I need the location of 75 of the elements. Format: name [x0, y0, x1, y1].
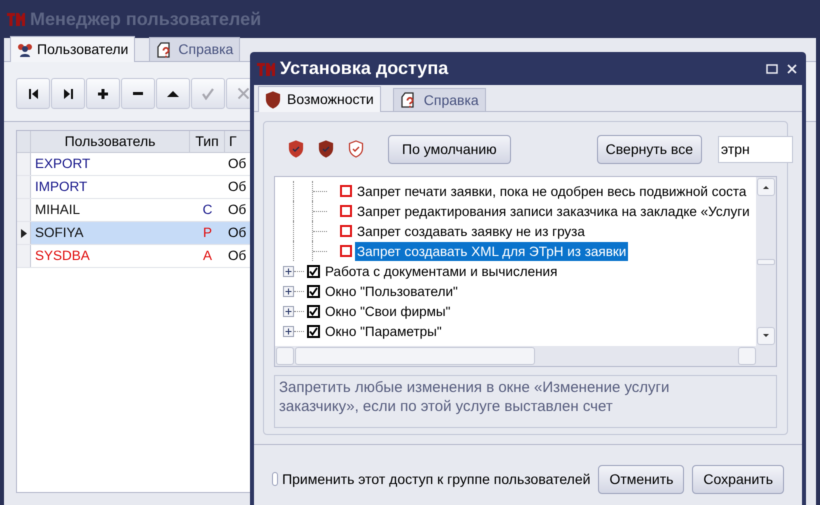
- column-header[interactable]: Пользователь: [31, 131, 190, 152]
- tab[interactable]: Справка: [149, 37, 240, 61]
- toolbar-button[interactable]: [156, 78, 190, 109]
- expand-icon[interactable]: [283, 266, 294, 276]
- checkbox[interactable]: [307, 264, 320, 278]
- checkbox[interactable]: [307, 304, 320, 318]
- first-record-icon: [28, 88, 38, 98]
- expand-icon[interactable]: [283, 326, 294, 336]
- table-cell-text: А: [202, 246, 212, 265]
- scroll-up-icon[interactable]: [763, 185, 769, 189]
- tree-item[interactable]: Запрет редактирования записи заказчика на закладке «Услуги: [355, 202, 752, 220]
- tab[interactable]: Возможности: [258, 86, 381, 112]
- horizontal-scrollbar[interactable]: [275, 346, 776, 366]
- tab[interactable]: Пользователи: [10, 36, 136, 62]
- cancel-button[interactable]: Отменить: [598, 464, 684, 494]
- shield-button[interactable]: [348, 140, 364, 158]
- plus-icon: [98, 88, 108, 98]
- table-cell-text: Об: [227, 246, 248, 265]
- maximize-icon[interactable]: [766, 62, 778, 74]
- table-cell-text: SOFIYA: [34, 224, 85, 242]
- scroll-down-icon[interactable]: [763, 334, 769, 338]
- toolbar-button[interactable]: [16, 78, 50, 109]
- table-cell-text: Об: [227, 154, 248, 173]
- table-cell-text: Об: [227, 200, 248, 219]
- checkbox[interactable]: [340, 245, 352, 257]
- checkbox[interactable]: [307, 284, 320, 298]
- toolbar-button[interactable]: [86, 78, 120, 109]
- checkmark-icon: [202, 88, 214, 100]
- tree-item[interactable]: Запрет создавать заявку не из груза: [355, 222, 587, 240]
- shield-button[interactable]: [318, 140, 334, 158]
- vertical-scrollbar[interactable]: [756, 177, 776, 346]
- table-cell-text: SYSDBA: [34, 246, 91, 265]
- tree-item[interactable]: Запрет печати заявки, пока не одобрен весь подвижной соста: [355, 182, 748, 200]
- tree-item[interactable]: Окно "Параметры": [323, 322, 444, 340]
- expand-icon[interactable]: [283, 306, 294, 316]
- collapse-all-button[interactable]: Свернуть все: [596, 134, 702, 164]
- save-button[interactable]: Сохранить: [692, 464, 784, 494]
- column-header[interactable]: Тип: [190, 131, 225, 152]
- checkbox-label[interactable]: Применить этот доступ к группе пользователей: [282, 468, 590, 490]
- description-text: Запретить любые изменения в окне «Изменение услуги заказчику», если по этой услуге выставлен счет: [279, 378, 670, 416]
- table-cell-text: MIHAIL: [34, 200, 82, 219]
- tree-item[interactable]: Окно "Свои фирмы": [323, 302, 452, 320]
- table-cell-text: С: [202, 200, 212, 219]
- logo-icon: [6, 11, 26, 27]
- tree-item[interactable]: Работа с документами и вычисления: [323, 262, 560, 280]
- checkbox[interactable]: [272, 472, 278, 486]
- row-pointer-icon: [20, 228, 26, 238]
- default-button[interactable]: По умолчанию: [388, 134, 511, 164]
- logo-icon: [256, 60, 276, 76]
- last-record-icon: [64, 88, 72, 98]
- checkbox[interactable]: [340, 185, 352, 197]
- checkbox[interactable]: [307, 324, 320, 338]
- shield-button[interactable]: [288, 140, 304, 158]
- tab[interactable]: Справка: [392, 88, 486, 111]
- table-cell-text: Об: [227, 178, 248, 196]
- up-triangle-icon: [167, 90, 179, 96]
- table-cell-text: EXPORT: [34, 154, 92, 173]
- tree-item[interactable]: Запрет создавать XML для ЭТрН из заявки: [355, 242, 628, 260]
- scrollbar-thumb[interactable]: [757, 258, 775, 264]
- checkbox[interactable]: [340, 225, 352, 237]
- toolbar-button[interactable]: [51, 78, 85, 109]
- search-field[interactable]: этрн: [718, 136, 793, 162]
- expand-icon[interactable]: [283, 286, 294, 296]
- users-icon: [17, 42, 33, 58]
- table-cell-text: Об: [227, 224, 248, 242]
- close-icon[interactable]: [786, 62, 798, 74]
- table-cell-text: IMPORT: [34, 178, 88, 196]
- shield-icon: [265, 90, 281, 108]
- table-cell-text: Р: [202, 224, 212, 242]
- dialog-title: Установка доступа: [280, 57, 448, 80]
- checkbox[interactable]: [340, 205, 352, 217]
- minus-icon: [133, 92, 143, 95]
- toolbar-button[interactable]: [121, 78, 155, 109]
- close-icon: [238, 88, 248, 99]
- tree-item[interactable]: Окно "Пользователи": [323, 282, 460, 300]
